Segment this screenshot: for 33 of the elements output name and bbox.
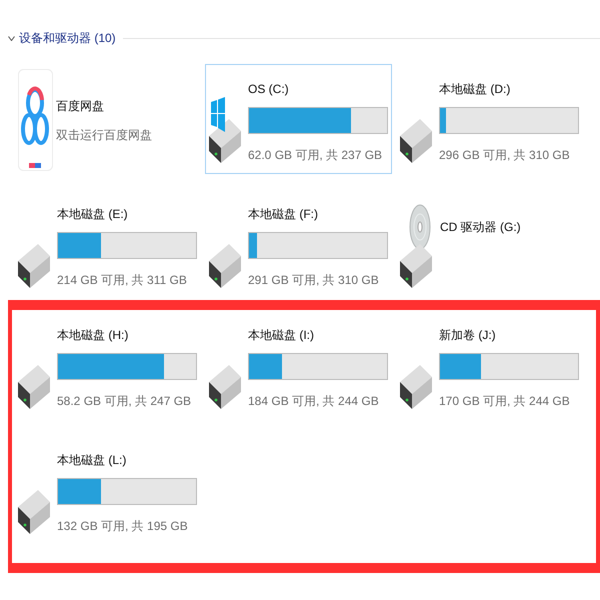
- cd-drive-icon: [400, 204, 432, 288]
- free-space-text: 214 GB 可用, 共 311 GB: [57, 272, 187, 288]
- app-description: 双击运行百度网盘: [56, 126, 152, 142]
- drive-icon: [209, 244, 241, 288]
- drive-name: 新加卷 (J:): [439, 327, 496, 343]
- drive-icon: [209, 119, 241, 163]
- drive-name: 本地磁盘 (D:): [439, 81, 510, 97]
- chevron-down-icon[interactable]: [8, 36, 15, 40]
- free-space-text: 170 GB 可用, 共 244 GB: [439, 393, 570, 409]
- drive-icon: [400, 119, 432, 163]
- drive-icon: [400, 365, 432, 409]
- free-space-text: 132 GB 可用, 共 195 GB: [57, 518, 188, 534]
- section-title: 设备和驱动器 (10): [19, 30, 116, 47]
- drive-name: 本地磁盘 (I:): [248, 327, 314, 343]
- drive-icon: [18, 490, 50, 534]
- free-space-text: 291 GB 可用, 共 310 GB: [248, 272, 379, 288]
- selected-drive-tile[interactable]: OS (C:) 62.0 GB 可用, 共 237 GB: [205, 64, 392, 174]
- drive-name: 本地磁盘 (E:): [57, 206, 128, 222]
- drive-name: 本地磁盘 (H:): [57, 327, 128, 343]
- drive-name: OS (C:): [248, 81, 289, 97]
- free-space-text: 296 GB 可用, 共 310 GB: [439, 147, 570, 163]
- drive-icon: [18, 365, 50, 409]
- cloud-app-icon: [18, 69, 53, 171]
- drive-name: 本地磁盘 (F:): [248, 206, 318, 222]
- app-name: 百度网盘: [56, 98, 104, 114]
- free-space-text: 62.0 GB 可用, 共 237 GB: [248, 147, 382, 163]
- drive-icon: [18, 244, 50, 288]
- window-panes-icon: [211, 97, 225, 132]
- drive-icon: [209, 365, 241, 409]
- free-space-text: 184 GB 可用, 共 244 GB: [248, 393, 379, 409]
- drive-name: 本地磁盘 (L:): [57, 452, 126, 468]
- drive-name: CD 驱动器 (G:): [440, 220, 521, 234]
- free-space-text: 58.2 GB 可用, 共 247 GB: [57, 393, 192, 409]
